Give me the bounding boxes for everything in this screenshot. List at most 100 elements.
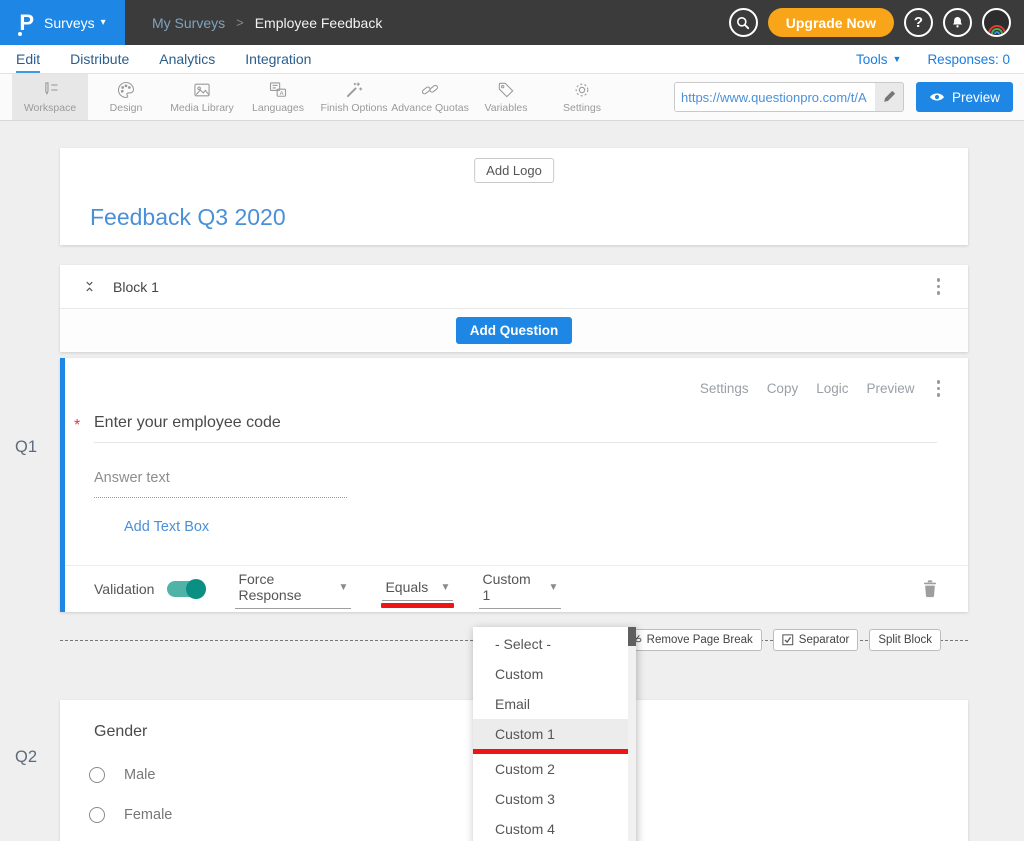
upgrade-now-button[interactable]: Upgrade Now xyxy=(768,8,894,37)
notifications-button[interactable] xyxy=(943,8,972,37)
user-avatar[interactable] xyxy=(982,8,1011,37)
toolbar-label: Languages xyxy=(252,102,304,114)
validation-value: Custom 1 xyxy=(482,571,540,603)
remove-page-break-button[interactable]: Remove Page Break xyxy=(620,629,762,651)
menu-option-custom[interactable]: Custom xyxy=(473,659,628,689)
remove-page-break-label: Remove Page Break xyxy=(647,634,753,646)
toolbar-item-design[interactable]: Design xyxy=(88,74,164,120)
tab-analytics[interactable]: Analytics xyxy=(159,45,215,73)
answer-text-underline xyxy=(94,497,347,498)
menu-scrollbar[interactable] xyxy=(628,627,636,841)
toolbar-label: Variables xyxy=(485,102,528,114)
toolbar-label: Finish Options xyxy=(320,102,387,114)
answer-text-placeholder[interactable]: Answer text xyxy=(94,470,170,486)
required-asterisk: * xyxy=(74,417,80,435)
menu-option-custom-1[interactable]: Custom 1 xyxy=(473,719,628,749)
split-block-label: Split Block xyxy=(878,634,932,646)
validation-value-dropdown[interactable]: Custom 1 ▼ xyxy=(479,569,561,609)
menu-option-custom-3[interactable]: Custom 3 xyxy=(473,784,628,814)
question-preview-link[interactable]: Preview xyxy=(866,381,914,396)
collapse-block-button[interactable] xyxy=(82,279,97,294)
question-card-q1[interactable]: Settings Copy Logic Preview * Enter your… xyxy=(60,358,968,612)
radio-icon[interactable] xyxy=(89,807,105,823)
section-tabs: Edit Distribute Analytics Integration xyxy=(16,45,311,73)
magic-wand-icon xyxy=(344,80,364,100)
add-question-strip: Add Question xyxy=(60,309,968,351)
force-response-dropdown[interactable]: Force Response ▼ xyxy=(235,569,351,609)
question-logic-link[interactable]: Logic xyxy=(816,381,848,396)
tab-integration[interactable]: Integration xyxy=(245,45,311,73)
operator-value: Equals xyxy=(385,579,428,595)
add-logo-button[interactable]: Add Logo xyxy=(474,158,554,183)
radio-label: Female xyxy=(124,807,172,823)
menu-option-custom-2[interactable]: Custom 2 xyxy=(473,754,628,784)
tools-menu[interactable]: Tools ▼ xyxy=(856,52,901,67)
add-text-box-link[interactable]: Add Text Box xyxy=(124,519,209,535)
menu-option-custom-4[interactable]: Custom 4 xyxy=(473,814,628,841)
question-menu-button[interactable] xyxy=(937,380,941,397)
block-card: Block 1 Add Question xyxy=(60,265,968,352)
menu-option-email[interactable]: Email xyxy=(473,689,628,719)
responses-count[interactable]: Responses: 0 xyxy=(927,52,1010,67)
scrollbar-thumb[interactable] xyxy=(628,627,636,646)
preview-button[interactable]: Preview xyxy=(916,82,1013,112)
survey-header-card: Add Logo Feedback Q3 2020 xyxy=(60,148,968,245)
survey-url-input[interactable] xyxy=(675,83,875,111)
translate-icon: A xyxy=(268,80,288,100)
toolbar-item-advance-quotas[interactable]: Advance Quotas xyxy=(392,74,468,120)
validation-toggle[interactable] xyxy=(167,581,204,597)
block-title: Block 1 xyxy=(113,279,159,295)
toggle-knob xyxy=(186,579,206,599)
chevron-down-icon: ▾ xyxy=(101,17,106,28)
question-actions: Settings Copy Logic Preview xyxy=(700,380,940,397)
tag-icon xyxy=(496,80,516,100)
menu-options: - Select - Custom Email Custom 1 Custom … xyxy=(473,627,628,841)
menu-option-select[interactable]: - Select - xyxy=(473,629,628,659)
page-break-buttons: Remove Page Break Separator Split Block xyxy=(620,629,941,651)
tab-distribute[interactable]: Distribute xyxy=(70,45,129,73)
workspace-icon xyxy=(40,80,60,100)
gear-icon xyxy=(572,80,592,100)
questionpro-logo-icon: P xyxy=(19,12,34,34)
toolbar-item-variables[interactable]: Variables xyxy=(468,74,544,120)
eye-icon xyxy=(929,91,945,103)
survey-title[interactable]: Feedback Q3 2020 xyxy=(90,204,286,231)
question-copy-link[interactable]: Copy xyxy=(767,381,799,396)
block-menu-button[interactable] xyxy=(937,278,941,295)
split-block-button[interactable]: Split Block xyxy=(869,629,941,651)
tools-label: Tools xyxy=(856,52,888,67)
toolbar-item-languages[interactable]: A Languages xyxy=(240,74,316,120)
toolbar-label: Workspace xyxy=(24,102,76,114)
question-settings-link[interactable]: Settings xyxy=(700,381,749,396)
question-number-q1: Q1 xyxy=(15,438,37,457)
toolbar-item-workspace[interactable]: Workspace xyxy=(12,74,88,120)
validation-label: Validation xyxy=(94,581,154,597)
tab-edit[interactable]: Edit xyxy=(16,45,40,73)
rainbow-avatar-icon xyxy=(986,21,1008,35)
radio-option-female[interactable]: Female xyxy=(89,807,172,823)
edit-url-button[interactable] xyxy=(875,83,903,111)
toolbar-item-media-library[interactable]: Media Library xyxy=(164,74,240,120)
radio-option-male[interactable]: Male xyxy=(89,767,155,783)
separator-button[interactable]: Separator xyxy=(773,629,859,651)
top-bar: P Surveys ▾ My Surveys > Employee Feedba… xyxy=(0,0,1024,45)
operator-dropdown[interactable]: Equals ▼ xyxy=(382,577,453,601)
add-question-button[interactable]: Add Question xyxy=(456,317,573,344)
delete-question-button[interactable] xyxy=(921,579,939,599)
radio-icon[interactable] xyxy=(89,767,105,783)
svg-text:A: A xyxy=(280,91,284,97)
survey-editor-canvas: Add Logo Feedback Q3 2020 Block 1 Add Qu… xyxy=(0,148,1024,841)
search-button[interactable] xyxy=(729,8,758,37)
help-button[interactable]: ? xyxy=(904,8,933,37)
question-text-q2[interactable]: Gender xyxy=(94,723,147,741)
breadcrumb-my-surveys[interactable]: My Surveys xyxy=(152,15,225,31)
surveys-menu-label: Surveys xyxy=(44,15,95,31)
block-header: Block 1 xyxy=(60,265,968,309)
toolbar-item-finish-options[interactable]: Finish Options xyxy=(316,74,392,120)
collapse-icon xyxy=(82,279,97,294)
toolbar-item-settings[interactable]: Settings xyxy=(544,74,620,120)
separator-label: Separator xyxy=(799,634,850,646)
surveys-menu[interactable]: Surveys ▾ xyxy=(44,15,106,31)
app-logo[interactable]: P Surveys ▾ xyxy=(0,0,125,45)
question-text-q1[interactable]: Enter your employee code xyxy=(94,414,281,432)
